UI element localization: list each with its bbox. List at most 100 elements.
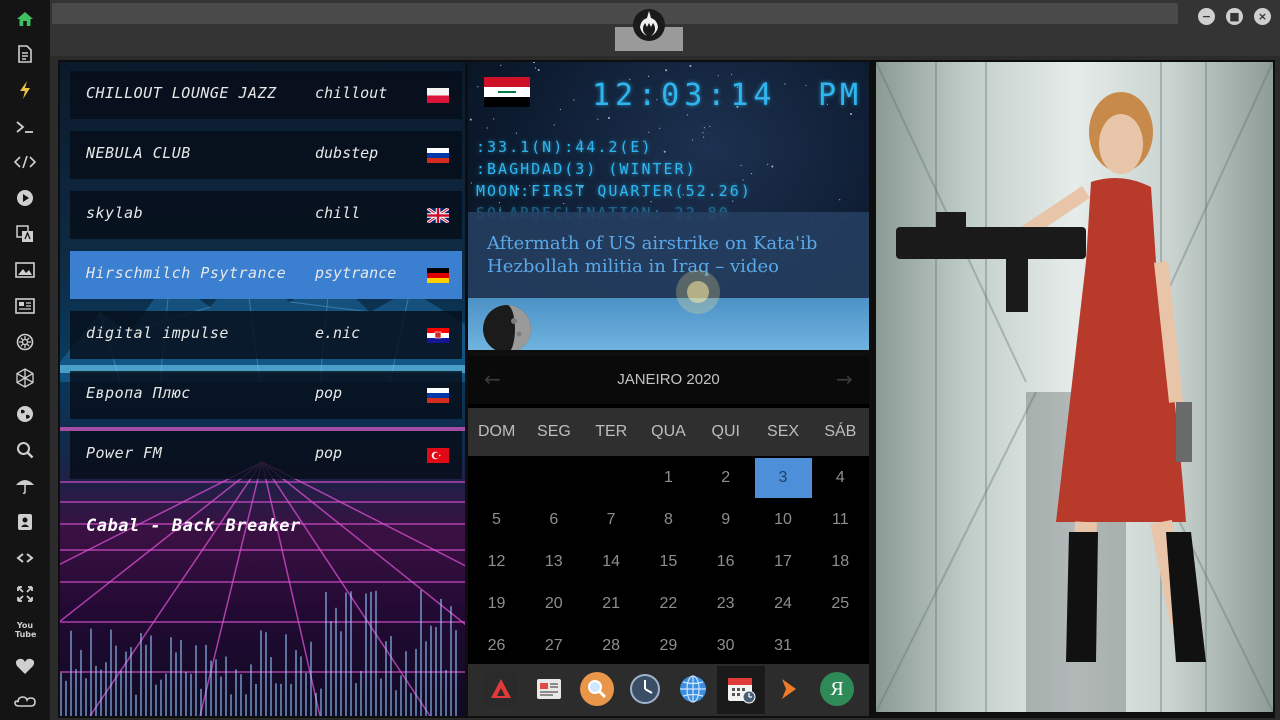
- weekday-header: DOM SEG TER QUA QUI SEX SÁB: [468, 408, 869, 456]
- calendar-day[interactable]: 12: [468, 542, 525, 582]
- clock-icon[interactable]: [628, 672, 662, 706]
- calendar-day[interactable]: 13: [525, 542, 582, 582]
- left-sidebar: You Tube: [0, 0, 50, 720]
- calendar-day[interactable]: 20: [525, 584, 582, 624]
- calendar-day[interactable]: 5: [468, 500, 525, 540]
- calendar-day[interactable]: 19: [468, 584, 525, 624]
- calendar-day[interactable]: 22: [640, 584, 697, 624]
- search-icon[interactable]: [13, 438, 37, 462]
- spectrum-bar: [95, 665, 97, 716]
- calendar-day[interactable]: 26: [468, 626, 525, 666]
- star: [608, 117, 610, 119]
- calendar-day-today[interactable]: 3: [754, 458, 812, 498]
- bolt-icon[interactable]: [13, 78, 37, 102]
- calendar-day[interactable]: 14: [583, 542, 640, 582]
- translate-icon[interactable]: [13, 222, 37, 246]
- cloud-link-icon[interactable]: [13, 690, 37, 714]
- next-month-button[interactable]: →: [836, 367, 853, 391]
- station-row[interactable]: CHILLOUT LOUNGE JAZZ chillout: [70, 71, 462, 119]
- youtube-label: You Tube: [15, 621, 37, 639]
- spectrum-bar: [230, 694, 232, 716]
- spectrum-bar: [305, 672, 307, 716]
- star: [665, 69, 668, 72]
- calendar-day[interactable]: 21: [583, 584, 640, 624]
- station-name: Power FM: [86, 444, 163, 462]
- spectrum-bar: [420, 590, 422, 716]
- station-row[interactable]: Power FM pop: [70, 431, 462, 479]
- contact-card-icon[interactable]: [13, 510, 37, 534]
- news-headline-link[interactable]: Aftermath of US airstrike on Kata'ib Hez…: [487, 232, 857, 278]
- calendar-day[interactable]: 29: [640, 626, 697, 666]
- news-icon[interactable]: [13, 294, 37, 318]
- umbrella-icon[interactable]: [13, 474, 37, 498]
- heart-icon[interactable]: [13, 654, 37, 678]
- logo-tab[interactable]: [615, 0, 683, 52]
- fullscreen-icon[interactable]: [13, 582, 37, 606]
- calendar-day[interactable]: 28: [583, 626, 640, 666]
- calendar-day[interactable]: 10: [755, 500, 812, 540]
- calendar-day[interactable]: 7: [583, 500, 640, 540]
- magnifier-icon[interactable]: [580, 672, 614, 706]
- station-row[interactable]: NEBULA CLUB dubstep: [70, 131, 462, 179]
- weekday-label: DOM: [477, 423, 516, 440]
- calendar-icon[interactable]: [724, 672, 758, 706]
- star: [742, 179, 744, 181]
- maximize-button[interactable]: ■: [1226, 8, 1243, 25]
- globe-icon[interactable]: [13, 402, 37, 426]
- calendar-day[interactable]: 23: [697, 584, 754, 624]
- star: [533, 62, 535, 64]
- calendar-day[interactable]: 2: [697, 458, 754, 498]
- location-city: :BAGHDAD(3) (WINTER): [476, 160, 697, 178]
- calendar-day[interactable]: 15: [640, 542, 697, 582]
- yandex-icon[interactable]: Я: [820, 672, 854, 706]
- play-icon[interactable]: [13, 186, 37, 210]
- close-button[interactable]: ×: [1254, 8, 1271, 25]
- calendar-day[interactable]: 6: [525, 500, 582, 540]
- spectrum-bar: [225, 656, 227, 716]
- station-row[interactable]: skylab chill: [70, 191, 462, 239]
- terminal-icon[interactable]: [13, 115, 37, 139]
- calendar-day[interactable]: 4: [812, 458, 869, 498]
- calendar-day[interactable]: 27: [525, 626, 582, 666]
- home-icon[interactable]: [13, 7, 37, 31]
- settings-gear-icon[interactable]: [13, 330, 37, 354]
- spectrum-bar: [80, 649, 82, 716]
- star: [731, 73, 733, 75]
- spectrum-bar: [405, 651, 407, 716]
- calendar-day[interactable]: 11: [812, 500, 869, 540]
- hexagon-icon[interactable]: [13, 366, 37, 390]
- news-reader-icon[interactable]: [532, 672, 566, 706]
- document-icon[interactable]: [13, 42, 37, 66]
- spectrum-bar: [250, 664, 252, 716]
- calendar-day[interactable]: 16: [697, 542, 754, 582]
- star: [500, 64, 502, 66]
- spectrum-bar: [200, 688, 202, 716]
- play-arrow-icon[interactable]: [772, 672, 806, 706]
- station-genre: psytrance: [315, 264, 397, 282]
- youtube-icon[interactable]: You Tube: [13, 618, 37, 642]
- spectrum-bar: [455, 630, 457, 716]
- calendar-day[interactable]: 18: [812, 542, 869, 582]
- calendar-day[interactable]: 30: [697, 626, 754, 666]
- station-row[interactable]: digital impulse e.nic: [70, 311, 462, 359]
- star: [692, 139, 694, 141]
- spectrum-bar: [150, 635, 152, 716]
- calendar-day[interactable]: 25: [812, 584, 869, 624]
- calendar-day[interactable]: 17: [755, 542, 812, 582]
- russia-flag-icon: [427, 148, 449, 163]
- arch-icon[interactable]: [484, 672, 518, 706]
- calendar-day[interactable]: 8: [640, 500, 697, 540]
- calendar-day[interactable]: 9: [697, 500, 754, 540]
- link-icon[interactable]: [13, 546, 37, 570]
- globe-icon[interactable]: [676, 672, 710, 706]
- spectrum-bar: [180, 639, 182, 716]
- minimize-button[interactable]: −: [1198, 8, 1215, 25]
- code-icon[interactable]: [13, 150, 37, 174]
- image-icon[interactable]: [13, 258, 37, 282]
- calendar-day[interactable]: 24: [755, 584, 812, 624]
- calendar-day[interactable]: 1: [640, 458, 697, 498]
- station-row-active[interactable]: Hirschmilch Psytrance psytrance: [70, 251, 462, 299]
- calendar-day[interactable]: 31: [755, 626, 812, 666]
- spectrum-bar: [60, 672, 62, 716]
- station-row[interactable]: Европа Плюс pop: [70, 371, 462, 419]
